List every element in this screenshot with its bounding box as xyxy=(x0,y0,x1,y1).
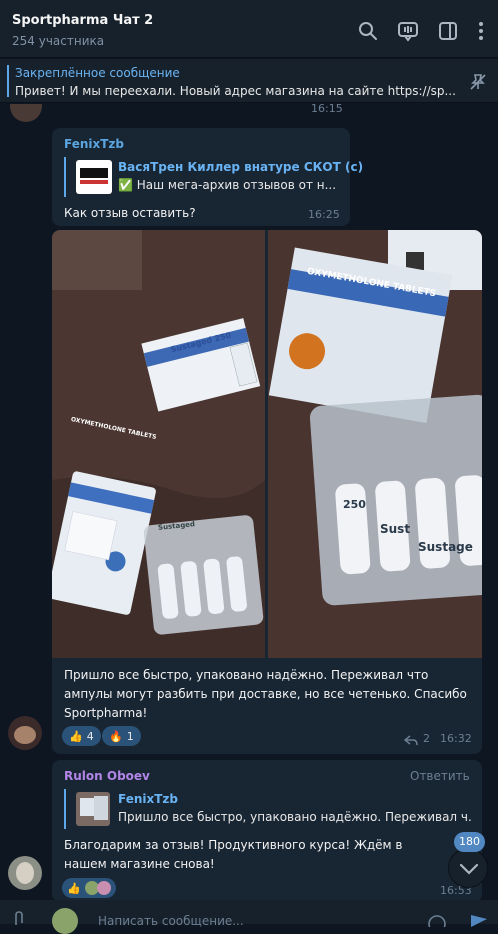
member-count: 254 участника xyxy=(12,34,105,48)
reply-thumbnail xyxy=(76,792,110,826)
pinned-message-bar[interactable]: Закреплённое сообщение Привет! И мы пере… xyxy=(0,59,498,103)
message-time: 16:32 xyxy=(440,732,472,745)
reply-arrow-icon[interactable] xyxy=(403,732,418,746)
search-icon[interactable] xyxy=(357,20,379,42)
reaction-count: 4 xyxy=(86,729,94,743)
photo[interactable]: Sustaged 250 OXYMETHOLONE TABLETS Sustag… xyxy=(52,230,265,658)
reaction-count: 1 xyxy=(126,729,134,743)
reply-action-link[interactable]: Ответить xyxy=(410,769,470,783)
send-as-avatar[interactable] xyxy=(52,908,78,934)
pinned-title: Закреплённое сообщение xyxy=(15,66,180,80)
avatar[interactable] xyxy=(8,856,42,890)
message-composer[interactable]: Написать сообщение... xyxy=(0,900,498,934)
replies-count[interactable]: 2 xyxy=(423,732,430,745)
reactor-avatar xyxy=(96,881,111,895)
photo-label: 250 xyxy=(343,498,366,511)
message-text: Как отзыв оставить? xyxy=(64,206,196,220)
sidebar-toggle-icon[interactable] xyxy=(437,20,459,42)
reply-text: ✅ Наш мега-архив отзывов от н... xyxy=(118,178,337,192)
photo[interactable]: OXYMETHOLONE TABLETS 250 Sust Sustage xyxy=(268,230,482,658)
reply-text: Пришло все быстро, упаковано надёжно. Пе… xyxy=(118,810,472,824)
live-chat-icon[interactable] xyxy=(397,20,419,42)
reaction-thumbs-up[interactable]: 👍 4 xyxy=(62,726,101,746)
scroll-down-button[interactable] xyxy=(448,848,488,888)
reaction-thumbs-up[interactable]: 👍 xyxy=(62,878,116,898)
unpin-icon[interactable] xyxy=(468,72,488,92)
reply-title: FenixTzb xyxy=(118,792,179,806)
pinned-text: Привет! И мы переехали. Новый адрес мага… xyxy=(15,84,455,98)
thumbs-up-icon: 👍 xyxy=(67,881,81,895)
message-time: 16:25 xyxy=(308,208,340,221)
avatar[interactable] xyxy=(8,716,42,750)
avatar[interactable] xyxy=(10,104,42,122)
sender-name[interactable]: Rulon Oboev xyxy=(64,769,150,783)
fire-icon: 🔥 xyxy=(109,729,123,743)
pinned-indicator xyxy=(7,65,9,97)
reaction-fire[interactable]: 🔥 1 xyxy=(102,726,141,746)
message-bubble[interactable]: FenixTzb ВасяТрен Киллер внатуре СКОТ (с… xyxy=(52,128,363,226)
message-time: 16:15 xyxy=(311,104,343,115)
sender-name[interactable]: FenixTzb xyxy=(64,137,124,151)
photo-label: Sustage xyxy=(418,540,473,554)
chat-title[interactable]: Sportpharma Чат 2 xyxy=(12,13,153,28)
photo-label: Sust xyxy=(380,522,411,536)
reply-preview[interactable]: ВасяТрен Киллер внатуре СКОТ (с) ✅ Наш м… xyxy=(64,157,363,197)
reply-title: ВасяТрен Киллер внатуре СКОТ (с) xyxy=(118,160,364,174)
message-text: Пришло все быстро, упаковано надёжно. Пе… xyxy=(64,668,467,720)
chevron-down-icon xyxy=(459,863,479,875)
reply-thumbnail xyxy=(76,160,112,194)
attach-icon[interactable] xyxy=(12,910,28,925)
reply-preview[interactable]: FenixTzb Пришло все быстро, упаковано на… xyxy=(64,789,474,829)
thumbs-up-icon: 👍 xyxy=(69,729,83,743)
message-bubble[interactable]: Sustaged 250 OXYMETHOLONE TABLETS Sustag… xyxy=(52,230,482,754)
more-menu-icon[interactable] xyxy=(470,20,492,42)
emoji-icon[interactable] xyxy=(428,912,446,933)
chat-header[interactable]: Sportpharma Чат 2 254 участника xyxy=(0,0,498,58)
message-list[interactable]: 16:15 FenixTzb ВасяТрен Киллер внатуре С… xyxy=(0,104,498,900)
message-bubble[interactable]: Rulon Oboev Ответить FenixTzb Пришло все… xyxy=(52,760,482,900)
send-icon[interactable] xyxy=(470,912,488,927)
message-input[interactable]: Написать сообщение... xyxy=(98,914,244,928)
unread-count-badge[interactable]: 180 xyxy=(454,832,485,852)
message-text: Благодарим за отзыв! Продуктивного курса… xyxy=(64,838,403,871)
